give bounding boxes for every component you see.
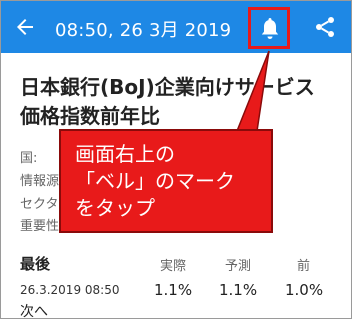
arrow-back-icon[interactable] [13, 15, 37, 39]
next-label: 次へ [20, 304, 48, 319]
actual-label: 実際 [160, 259, 187, 274]
table-row: 26.3.2019 08:50 1.1% 1.1% 1.0% [20, 279, 342, 303]
headline-line-2: 価格指数前年比 [20, 104, 160, 128]
previous-value: 1.0% [285, 281, 324, 299]
sector-label: セクタ [20, 197, 59, 212]
forecast-value: 1.1% [219, 281, 258, 299]
headline-line-1: 日本銀行(BoJ)企業向けサービス [20, 75, 315, 99]
table-header-row: 最後 実際 予測 前 [20, 253, 342, 275]
country-label: 国: [20, 151, 38, 166]
data-table: 最後 実際 予測 前 26.3.2019 08:50 1.1% 1.1% 1.0… [20, 253, 342, 303]
callout-line-1: 画面右上の [75, 142, 175, 166]
importance-label: 重要性 [20, 219, 60, 234]
callout-line-2: 「ベル」のマーク [75, 169, 235, 193]
callout-text: 画面右上の 「ベル」のマーク をタップ [75, 141, 265, 222]
article-headline: 日本銀行(BoJ)企業向けサービス 価格指数前年比 [20, 73, 350, 131]
share-icon[interactable] [313, 15, 337, 39]
forecast-label: 予測 [225, 259, 252, 274]
source-label: 情報源 [20, 174, 60, 189]
previous-label: 前 [297, 259, 311, 274]
app-bar-title: 08:50, 26 3月 2019 [55, 20, 232, 41]
actual-value: 1.1% [154, 281, 193, 299]
bell-highlight[interactable] [248, 7, 290, 49]
app-bar: 08:50, 26 3月 2019 [1, 1, 351, 53]
instruction-callout: 画面右上の 「ベル」のマーク をタップ [59, 129, 273, 233]
latest-label: 最後 [20, 255, 51, 273]
release-date: 26.3.2019 08:50 [20, 283, 120, 297]
bell-icon[interactable] [259, 16, 281, 42]
callout-line-3: をタップ [75, 196, 155, 220]
screen: 08:50, 26 3月 2019 日本銀行(BoJ)企業向けサービス 価格指数… [0, 0, 352, 319]
